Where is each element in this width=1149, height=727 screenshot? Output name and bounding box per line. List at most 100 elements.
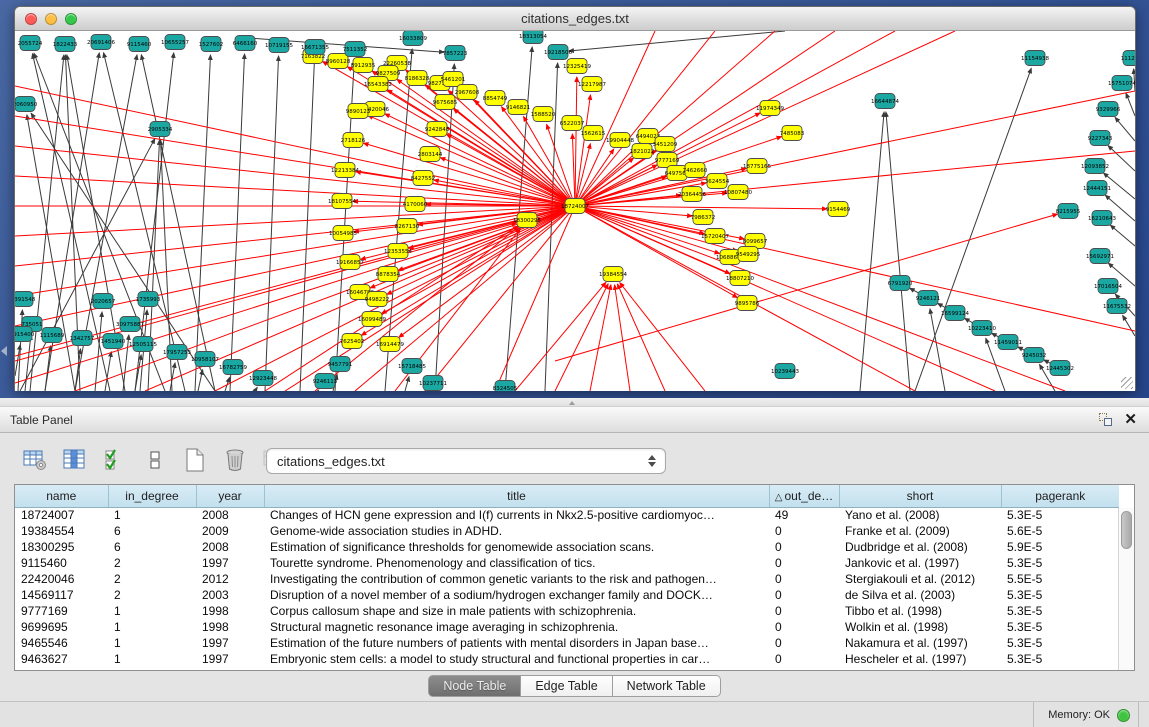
cell[interactable]: Jankovic et al. (1997) [839, 555, 1001, 571]
window-titlebar[interactable]: citations_edges.txt [15, 7, 1135, 31]
cell[interactable]: Hescheler et al. (1997) [839, 651, 1001, 667]
cell[interactable]: Genome-wide association studies in ADHD. [264, 523, 769, 539]
tab-edge-table[interactable]: Edge Table [521, 675, 612, 697]
column-header-year[interactable]: year [196, 485, 264, 507]
cell[interactable]: 0 [769, 587, 839, 603]
cell[interactable]: Estimation of significance thresholds fo… [264, 539, 769, 555]
cell[interactable]: 9463627 [15, 651, 108, 667]
cell[interactable]: 2 [108, 587, 196, 603]
cell[interactable]: Embryonic stem cells: a model to study s… [264, 651, 769, 667]
table-row[interactable]: 1938455462009Genome-wide association stu… [15, 523, 1119, 539]
cell[interactable]: 1 [108, 635, 196, 651]
scrollbar-thumb[interactable] [1121, 511, 1132, 549]
cell[interactable]: 2 [108, 571, 196, 587]
cell[interactable]: 1997 [196, 651, 264, 667]
table-row[interactable]: 969969511998Structural magnetic resonanc… [15, 619, 1119, 635]
cell[interactable]: de Silva et al. (2003) [839, 587, 1001, 603]
delete-column-icon[interactable] [222, 447, 248, 473]
network-canvas[interactable]: 1872400718300295193845547163822896012889… [15, 31, 1135, 391]
float-panel-icon[interactable] [1099, 413, 1112, 426]
cell[interactable]: 2008 [196, 507, 264, 523]
select-columns-icon[interactable] [102, 447, 128, 473]
column-header-pagerank[interactable]: pagerank [1001, 485, 1119, 507]
cell[interactable]: 9115460 [15, 555, 108, 571]
row-height-icon[interactable] [142, 447, 168, 473]
cell[interactable]: 5.3E-5 [1001, 507, 1119, 523]
cell[interactable]: 2008 [196, 539, 264, 555]
cell[interactable]: 2 [108, 555, 196, 571]
cell[interactable]: Stergiakouli et al. (2012) [839, 571, 1001, 587]
cell[interactable]: 5.5E-5 [1001, 571, 1119, 587]
show-column-icon[interactable] [62, 447, 88, 473]
cell[interactable]: 9465546 [15, 635, 108, 651]
cell[interactable]: Corpus callosum shape and size in male p… [264, 603, 769, 619]
tab-network-table[interactable]: Network Table [613, 675, 721, 697]
table-row[interactable]: 946362711997Embryonic stem cells: a mode… [15, 651, 1119, 667]
column-header-out_de[interactable]: △out_de… [769, 485, 839, 507]
cell[interactable]: 5.3E-5 [1001, 635, 1119, 651]
tab-node-table[interactable]: Node Table [428, 675, 521, 697]
close-window-button[interactable] [25, 13, 37, 25]
cell[interactable]: Structural magnetic resonance image aver… [264, 619, 769, 635]
network-view-window[interactable]: citations_edges.txt 18724007183002951 [14, 6, 1136, 391]
cell[interactable]: Nakamura et al. (1997) [839, 635, 1001, 651]
cell[interactable]: 18724007 [15, 507, 108, 523]
cell[interactable]: Changes of HCN gene expression and I(f) … [264, 507, 769, 523]
cell[interactable]: 14569117 [15, 587, 108, 603]
table-row[interactable]: 977716911998Corpus callosum shape and si… [15, 603, 1119, 619]
table-row[interactable]: 911546021997Tourette syndrome. Phenomeno… [15, 555, 1119, 571]
table-scrollbar[interactable] [1118, 508, 1134, 670]
table-selector-dropdown[interactable]: citations_edges.txt [266, 448, 666, 474]
table-settings-icon[interactable] [22, 447, 48, 473]
column-header-title[interactable]: title [264, 485, 769, 507]
cell[interactable]: 1997 [196, 555, 264, 571]
cell[interactable]: 2003 [196, 587, 264, 603]
cell[interactable]: 0 [769, 555, 839, 571]
close-panel-icon[interactable]: ✕ [1124, 413, 1137, 427]
cell[interactable]: Tibbo et al. (1998) [839, 603, 1001, 619]
column-header-name[interactable]: name [15, 485, 108, 507]
zoom-window-button[interactable] [65, 13, 77, 25]
cell[interactable]: 0 [769, 651, 839, 667]
cell[interactable]: 0 [769, 603, 839, 619]
cell[interactable]: 18300295 [15, 539, 108, 555]
cell[interactable]: Yano et al. (2008) [839, 507, 1001, 523]
cell[interactable]: 1998 [196, 619, 264, 635]
cell[interactable]: Franke et al. (2009) [839, 523, 1001, 539]
cell[interactable]: 5.3E-5 [1001, 603, 1119, 619]
window-resize-grip[interactable] [1121, 377, 1133, 389]
table-row[interactable]: 1872400712008Changes of HCN gene express… [15, 507, 1119, 523]
cell[interactable]: 1997 [196, 635, 264, 651]
cell[interactable]: 2009 [196, 523, 264, 539]
cell[interactable]: 22420046 [15, 571, 108, 587]
cell[interactable]: 1 [108, 651, 196, 667]
cell[interactable]: 5.6E-5 [1001, 523, 1119, 539]
cell[interactable]: 6 [108, 539, 196, 555]
cell[interactable]: 0 [769, 539, 839, 555]
cell[interactable]: 5.9E-5 [1001, 539, 1119, 555]
cell[interactable]: 5.3E-5 [1001, 555, 1119, 571]
table-row[interactable]: 2242004622012Investigating the contribut… [15, 571, 1119, 587]
column-header-short[interactable]: short [839, 485, 1001, 507]
cell[interactable]: 5.3E-5 [1001, 651, 1119, 667]
cell[interactable]: Disruption of a novel member of a sodium… [264, 587, 769, 603]
cell[interactable]: 9777169 [15, 603, 108, 619]
divider-handle-icon[interactable] [568, 400, 580, 405]
collapse-left-panel-icon[interactable] [1, 346, 7, 356]
cell[interactable]: 5.3E-5 [1001, 587, 1119, 603]
table-row[interactable]: 946554611997Estimation of the future num… [15, 635, 1119, 651]
cell[interactable]: 49 [769, 507, 839, 523]
cell[interactable]: Investigating the contribution of common… [264, 571, 769, 587]
cell[interactable]: 9699695 [15, 619, 108, 635]
create-column-icon[interactable] [182, 447, 208, 473]
table-row[interactable]: 1456911722003Disruption of a novel membe… [15, 587, 1119, 603]
cell[interactable]: 0 [769, 619, 839, 635]
cell[interactable]: 6 [108, 523, 196, 539]
cell[interactable]: 1 [108, 603, 196, 619]
cell[interactable]: 1998 [196, 603, 264, 619]
cell[interactable]: Wolkin et al. (1998) [839, 619, 1001, 635]
cell[interactable]: 0 [769, 571, 839, 587]
cell[interactable]: 2012 [196, 571, 264, 587]
column-header-in_degree[interactable]: in_degree [108, 485, 196, 507]
cell[interactable]: Tourette syndrome. Phenomenology and cla… [264, 555, 769, 571]
